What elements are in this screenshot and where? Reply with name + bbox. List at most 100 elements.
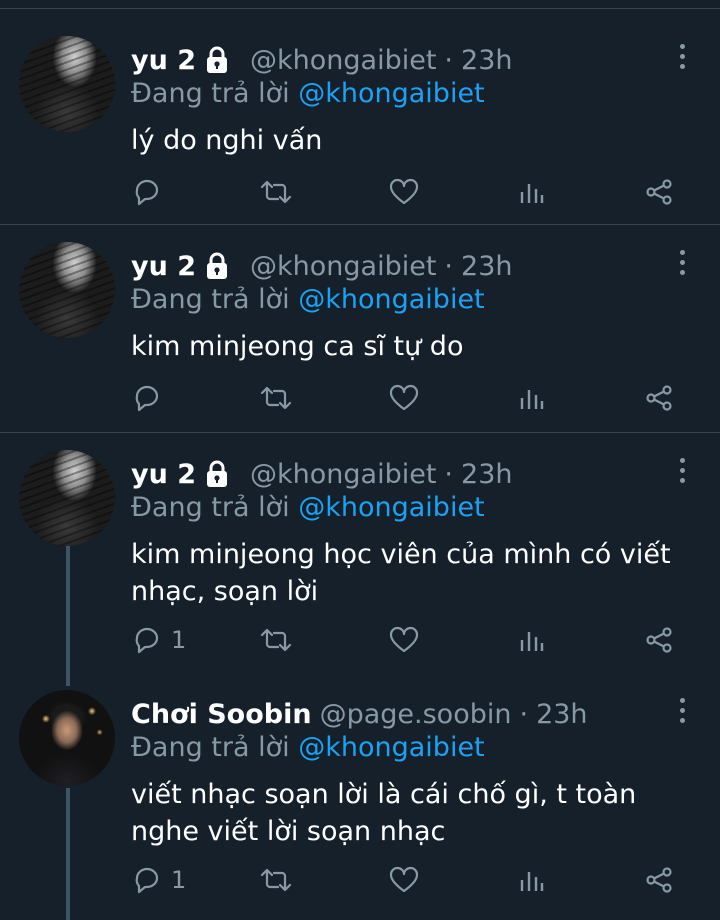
author-name[interactable]: Chơi Soobin [131,699,312,730]
heart-icon [389,866,419,894]
analytics-icon [519,866,545,894]
reply-button[interactable] [133,384,171,412]
more-vertical-icon[interactable] [678,698,686,728]
reply-icon [133,626,161,654]
author-handle[interactable]: @khongaibiet [250,45,436,76]
retweet-icon [259,384,293,412]
replying-to-label: Đang trả lời [131,492,290,523]
tweet-text-line: viết nhạc soạn lời là cái chố gì, t toàn [131,779,637,810]
analytics-button[interactable] [519,626,545,654]
replying-to: Đang trả lời @khongaibiet [131,732,485,763]
action-bar [0,384,720,424]
tweet-text: viết nhạc soạn lời là cái chố gì, t toàn… [131,776,691,850]
retweet-button[interactable] [259,626,293,654]
author-handle[interactable]: @khongaibiet [250,251,436,282]
retweet-button[interactable] [259,178,293,206]
author-handle[interactable]: @khongaibiet [250,459,436,490]
replying-to-handle[interactable]: @khongaibiet [298,78,484,109]
separator-dot: · [519,698,529,730]
lock-icon [202,45,232,75]
author-name[interactable]: yu 2 [131,251,196,282]
like-button[interactable] [389,866,419,894]
timestamp[interactable]: 23h [461,459,512,490]
heart-icon [389,626,419,654]
like-button[interactable] [389,384,419,412]
divider [0,8,720,9]
avatar[interactable] [19,36,115,132]
retweet-icon [259,178,293,206]
more-vertical-icon[interactable] [678,44,686,74]
tweet-header: Chơi Soobin @page.soobin · 23h [131,696,588,732]
action-bar [0,178,720,218]
tweet-text-line: nghe viết lời soạn nhạc [131,816,446,847]
analytics-icon [519,178,545,206]
replying-to-handle[interactable]: @khongaibiet [298,732,484,763]
author-name[interactable]: yu 2 [131,459,196,490]
tweet-header: yu 2 @khongaibiet · 23h [131,42,512,78]
heart-icon [389,384,419,412]
reply-icon [133,866,161,894]
reply-icon [133,178,161,206]
reply-count: 1 [171,626,187,654]
author-name[interactable]: yu 2 [131,45,196,76]
retweet-icon [259,626,293,654]
heart-icon [389,178,419,206]
action-bar: 1 [0,866,720,906]
replying-to: Đang trả lời @khongaibiet [131,284,485,315]
more-vertical-icon[interactable] [678,250,686,280]
like-button[interactable] [389,178,419,206]
avatar[interactable] [19,690,115,786]
reply-button[interactable]: 1 [133,866,186,894]
share-icon [645,384,673,412]
analytics-button[interactable] [519,384,545,412]
tweet-text: lý do nghi vấn [131,125,323,156]
replying-to-handle[interactable]: @khongaibiet [298,284,484,315]
avatar[interactable] [19,450,115,546]
replying-to-label: Đang trả lời [131,732,290,763]
share-icon [645,866,673,894]
more-vertical-icon[interactable] [678,458,686,488]
analytics-icon [519,626,545,654]
reply-button[interactable] [133,178,171,206]
retweet-icon [259,866,293,894]
timestamp[interactable]: 23h [461,45,512,76]
replying-to-label: Đang trả lời [131,78,290,109]
author-handle[interactable]: @page.soobin [320,699,512,730]
divider [0,432,720,433]
share-button[interactable] [645,178,673,206]
share-button[interactable] [645,626,673,654]
like-button[interactable] [389,626,419,654]
timestamp[interactable]: 23h [536,699,587,730]
tweet-text: kim minjeong học viên của mình có viết n… [131,536,691,610]
tweet-text: kim minjeong ca sĩ tự do [131,331,464,362]
action-bar: 1 [0,626,720,666]
analytics-icon [519,384,545,412]
avatar[interactable] [19,242,115,338]
separator-dot: · [444,250,454,282]
tweet-header: yu 2 @khongaibiet · 23h [131,456,512,492]
replying-to-handle[interactable]: @khongaibiet [298,492,484,523]
separator-dot: · [444,458,454,490]
lock-icon [202,251,232,281]
timestamp[interactable]: 23h [461,251,512,282]
reply-count: 1 [171,866,187,894]
tweet-header: yu 2 @khongaibiet · 23h [131,248,512,284]
share-button[interactable] [645,866,673,894]
tweet-text-line: nhạc, soạn lời [131,576,319,607]
retweet-button[interactable] [259,384,293,412]
reply-button[interactable]: 1 [133,626,186,654]
retweet-button[interactable] [259,866,293,894]
lock-icon [202,459,232,489]
tweet-text-line: kim minjeong học viên của mình có viết [131,539,671,570]
replying-to: Đang trả lời @khongaibiet [131,492,485,523]
separator-dot: · [444,44,454,76]
analytics-button[interactable] [519,866,545,894]
share-button[interactable] [645,384,673,412]
analytics-button[interactable] [519,178,545,206]
replying-to: Đang trả lời @khongaibiet [131,78,485,109]
reply-icon [133,384,161,412]
divider [0,224,720,225]
tweet-thread: yu 2 @khongaibiet · 23h Đang trả lời @kh… [0,0,720,920]
share-icon [645,626,673,654]
share-icon [645,178,673,206]
